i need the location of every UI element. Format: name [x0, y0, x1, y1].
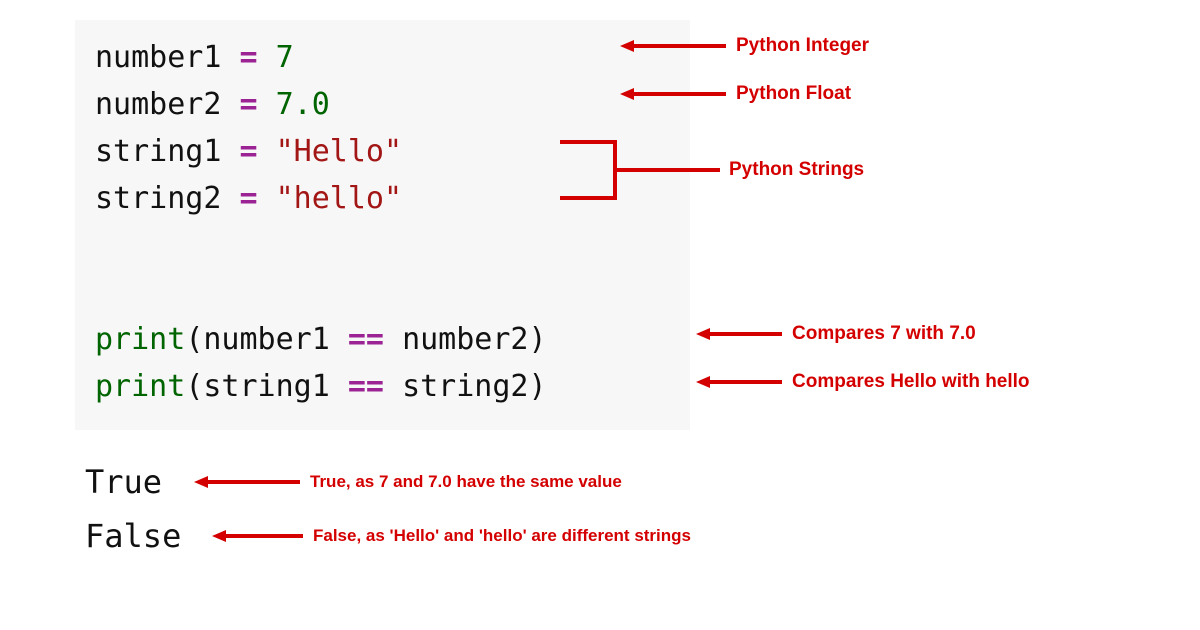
float-literal: 7.0	[276, 87, 330, 122]
arrow-left-icon	[618, 34, 728, 58]
arg-b: number2	[402, 322, 528, 357]
print-fn: print	[95, 322, 185, 357]
var-number2: number2	[95, 87, 221, 122]
int-literal: 7	[276, 40, 294, 75]
arg-a: string1	[203, 369, 329, 404]
var-string1: string1	[95, 134, 221, 169]
annotation-output-true: True, as 7 and 7.0 have the same value	[192, 470, 622, 494]
code-blank-line	[95, 269, 670, 316]
bracket-icon	[555, 120, 725, 220]
code-line-6: print(number1 == number2)	[95, 316, 670, 363]
annotation-python-strings: Python Strings	[555, 120, 864, 220]
output-block: True False	[85, 455, 181, 563]
assign-op: =	[221, 181, 275, 216]
assign-op: =	[221, 87, 275, 122]
annotation-compare-strings: Compares Hello with hello	[694, 370, 1030, 394]
arg-b: string2	[402, 369, 528, 404]
print-fn: print	[95, 369, 185, 404]
annotation-label: Python Float	[736, 83, 851, 105]
annotation-output-false: False, as 'Hello' and 'hello' are differ…	[210, 524, 691, 548]
arg-a: number1	[203, 322, 329, 357]
paren-close: )	[529, 322, 547, 357]
var-string2: string2	[95, 181, 221, 216]
code-line-1: number1 = 7	[95, 34, 670, 81]
code-line-7: print(string1 == string2)	[95, 363, 670, 410]
arrow-left-icon	[618, 82, 728, 106]
string-literal: "hello"	[276, 181, 402, 216]
annotation-label: Compares Hello with hello	[792, 371, 1030, 393]
code-blank-line	[95, 222, 670, 269]
output-false: False	[85, 509, 181, 563]
annotation-label: True, as 7 and 7.0 have the same value	[310, 472, 622, 492]
paren-open: (	[185, 322, 203, 357]
annotation-python-float: Python Float	[618, 82, 851, 106]
assign-op: =	[221, 134, 275, 169]
eq-op: ==	[330, 322, 402, 357]
arrow-left-icon	[192, 470, 302, 494]
var-number1: number1	[95, 40, 221, 75]
paren-open: (	[185, 369, 203, 404]
assign-op: =	[221, 40, 275, 75]
annotation-label: False, as 'Hello' and 'hello' are differ…	[313, 526, 691, 546]
annotation-label: Python Strings	[729, 159, 864, 181]
code-block: number1 = 7 number2 = 7.0 string1 = "Hel…	[75, 20, 690, 430]
arrow-left-icon	[694, 322, 784, 346]
output-true: True	[85, 455, 181, 509]
annotation-compare-numbers: Compares 7 with 7.0	[694, 322, 976, 346]
annotation-label: Compares 7 with 7.0	[792, 323, 976, 345]
arrow-left-icon	[694, 370, 784, 394]
annotation-label: Python Integer	[736, 35, 869, 57]
eq-op: ==	[330, 369, 402, 404]
string-literal: "Hello"	[276, 134, 402, 169]
annotation-python-integer: Python Integer	[618, 34, 869, 58]
paren-close: )	[529, 369, 547, 404]
arrow-left-icon	[210, 524, 305, 548]
